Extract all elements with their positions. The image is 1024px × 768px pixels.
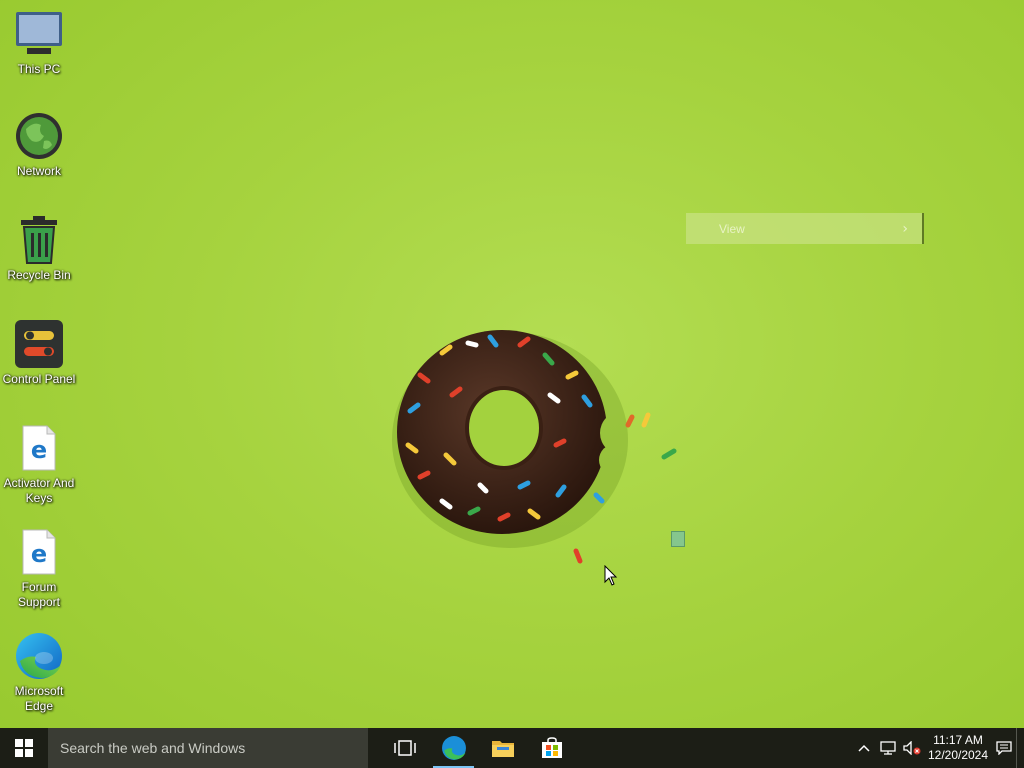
desktop-icon-forum-support[interactable]: e Forum Support xyxy=(0,526,78,610)
desktop-icon-control-panel[interactable]: Control Panel xyxy=(0,318,78,387)
edge-icon xyxy=(13,630,65,682)
monitor-icon xyxy=(13,8,65,60)
clock-time: 11:17 AM xyxy=(933,733,983,747)
desktop-icon-network[interactable]: Network xyxy=(0,110,78,179)
view-menu-label: View xyxy=(719,221,745,236)
desktop-icon-activator-and-keys[interactable]: e Activator And Keys xyxy=(0,422,78,506)
clock-date: 12/20/2024 xyxy=(927,748,989,762)
taskbar-edge-button[interactable] xyxy=(429,728,478,768)
desktop: This PC Network Recycle Bin Control Pane… xyxy=(0,0,1024,728)
selection-square xyxy=(671,531,685,547)
task-view-button[interactable] xyxy=(380,728,429,768)
taskbar-file-explorer-button[interactable] xyxy=(478,728,527,768)
recycle-bin-icon xyxy=(13,214,65,266)
windows-logo-icon xyxy=(15,739,33,757)
show-hidden-icons-chevron-icon[interactable] xyxy=(852,728,876,768)
desktop-icon-label: Microsoft Edge xyxy=(14,684,64,713)
desktop-icon-microsoft-edge[interactable]: Microsoft Edge xyxy=(0,630,78,714)
desktop-icon-label: Activator And Keys xyxy=(3,476,75,505)
desktop-icon-recycle-bin[interactable]: Recycle Bin xyxy=(0,214,78,283)
view-menu-item[interactable]: View › xyxy=(686,213,924,244)
desktop-icon-label: Control Panel xyxy=(2,372,76,386)
network-icon[interactable] xyxy=(876,728,900,768)
wallpaper-donut-image xyxy=(392,330,677,564)
start-button[interactable] xyxy=(0,728,48,768)
edge-document-icon: e xyxy=(13,526,65,578)
show-desktop-button[interactable] xyxy=(1016,728,1024,768)
desktop-icon-label: Forum Support xyxy=(17,580,61,609)
notification-icon[interactable] xyxy=(992,728,1016,768)
search-placeholder: Search the web and Windows xyxy=(60,740,246,756)
taskbar-search-box[interactable]: Search the web and Windows xyxy=(48,728,368,768)
chevron-right-icon: › xyxy=(902,220,908,237)
taskbar-store-button[interactable] xyxy=(527,728,576,768)
mouse-cursor-icon xyxy=(604,565,618,586)
folder-icon xyxy=(491,741,514,757)
edge-document-icon: e xyxy=(13,422,65,474)
task-view-icon xyxy=(393,740,416,756)
edge-icon xyxy=(441,736,466,760)
svg-text:e: e xyxy=(31,436,47,464)
control-panel-icon xyxy=(13,318,65,370)
desktop-icon-label: This PC xyxy=(17,62,61,76)
taskbar: Search the web and Windows 11:17 AM 12/2… xyxy=(0,728,1024,768)
desktop-icon-this-pc[interactable]: This PC xyxy=(0,8,78,77)
system-tray: 11:17 AM 12/20/2024 xyxy=(852,728,1024,768)
desktop-icon-label: Network xyxy=(16,164,61,178)
globe-icon xyxy=(13,110,65,162)
volume-muted-icon[interactable] xyxy=(900,728,924,768)
taskbar-clock[interactable]: 11:17 AM 12/20/2024 xyxy=(924,728,992,768)
store-icon xyxy=(541,737,562,758)
desktop-icon-label: Recycle Bin xyxy=(7,268,71,282)
svg-text:e: e xyxy=(31,540,47,568)
